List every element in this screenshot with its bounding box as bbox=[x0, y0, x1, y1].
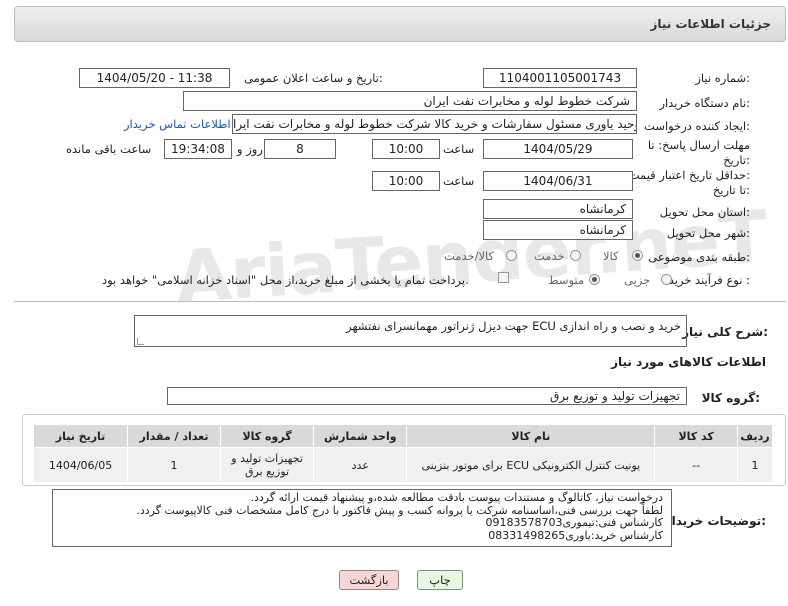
contact-info-link[interactable]: اطلاعات تماس خریدار bbox=[124, 117, 231, 131]
price-time-label: ساعت bbox=[443, 174, 475, 188]
cell-unit: عدد bbox=[313, 447, 408, 483]
process-option-medium: متوسط bbox=[548, 273, 585, 287]
reply-date-field: 1404/05/29 bbox=[483, 139, 633, 159]
items-table: ردیف کد کالا نام کالا واحد شمارش گروه کا… bbox=[32, 424, 773, 483]
price-time-field: 10:00 bbox=[372, 171, 440, 191]
process-radio-medium[interactable] bbox=[589, 274, 600, 285]
buyer-notes-label: توضیحات خریدار: bbox=[664, 514, 766, 528]
col-header-row: ردیف bbox=[737, 424, 773, 448]
col-header-unit: واحد شمارش bbox=[313, 424, 408, 448]
description-text: خرید و نصب و راه اندازی ECU جهت دیزل ژنر… bbox=[346, 319, 681, 333]
city-field: کرمانشاه bbox=[483, 220, 633, 240]
category-option-goods: کالا bbox=[603, 249, 619, 263]
province-field: کرمانشاه bbox=[483, 199, 633, 219]
col-header-code: کد کالا bbox=[654, 424, 739, 448]
print-button[interactable]: چاپ bbox=[417, 570, 463, 590]
divider bbox=[14, 301, 786, 302]
process-option-minor: جزیی bbox=[624, 273, 651, 287]
reply-time-field: 10:00 bbox=[372, 139, 440, 159]
category-radio-service[interactable] bbox=[570, 250, 581, 261]
need-number-label: شماره نیاز: bbox=[695, 71, 750, 85]
cell-group: تجهیزات تولید و توزیع برق bbox=[219, 447, 315, 483]
reply-deadline-label: مهلت ارسال پاسخ: تا bbox=[647, 138, 750, 152]
buyer-notes-field: درخواست نیاز، کاتالوگ و مستندات پیوست با… bbox=[52, 489, 672, 547]
city-label: شهر محل تحویل: bbox=[666, 226, 750, 240]
payment-checkbox[interactable] bbox=[498, 272, 509, 283]
price-date-field: 1404/06/31 bbox=[483, 171, 633, 191]
price-deadline-label: حداقل تاریخ اعتبار قیمت: bbox=[628, 168, 750, 182]
category-option-service: خدمت bbox=[534, 249, 565, 263]
cell-row: 1 bbox=[737, 447, 773, 483]
cell-name: یونیت کنترل الکترونیکی ECU برای موتور بن… bbox=[406, 447, 656, 483]
goods-group-field: تجهیزات تولید و توزیع برق bbox=[167, 387, 687, 405]
province-label: استان محل تحویل: bbox=[659, 205, 750, 219]
remaining-time-field: 19:34:08 bbox=[164, 139, 232, 159]
announce-field: 1404/05/20 - 11:38 bbox=[79, 68, 230, 88]
days-field: 8 bbox=[264, 139, 336, 159]
cell-qty: 1 bbox=[127, 447, 221, 483]
goods-group-label: گروه کالا: bbox=[701, 391, 760, 405]
back-button[interactable]: بازگشت bbox=[339, 570, 399, 590]
goods-section-title: اطلاعات کالاهای مورد نیاز bbox=[611, 355, 766, 369]
days-label: روز و bbox=[237, 142, 263, 156]
category-radio-both[interactable] bbox=[506, 250, 517, 261]
description-field: خرید و نصب و راه اندازی ECU جهت دیزل ژنر… bbox=[134, 315, 687, 347]
buyer-org-field: شرکت خطوط لوله و مخابرات نفت ایران bbox=[183, 91, 637, 111]
announce-label: تاریخ و ساعت اعلان عمومی: bbox=[244, 71, 383, 85]
process-label: نوع فرآیند خرید : bbox=[668, 273, 750, 287]
col-header-group: گروه کالا bbox=[219, 424, 315, 448]
creator-label: ایجاد کننده درخواست: bbox=[644, 119, 750, 133]
reply-time-label: ساعت bbox=[443, 142, 475, 156]
table-row: 1 -- یونیت کنترل الکترونیکی ECU برای موت… bbox=[32, 447, 773, 483]
category-option-both: کالا/خدمت bbox=[444, 249, 495, 263]
creator-field: وحید یاوری مسئول سفارشات و خرید کالا شرک… bbox=[232, 114, 637, 134]
cell-date: 1404/06/05 bbox=[32, 447, 129, 483]
page-header: جزئیات اطلاعات نیاز bbox=[14, 6, 786, 42]
reply-deadline-label-2: تاریخ: bbox=[723, 153, 750, 167]
description-label: شرح کلی نیاز: bbox=[682, 325, 768, 339]
col-header-qty: تعداد / مقدار bbox=[127, 424, 221, 448]
category-radio-goods[interactable] bbox=[632, 250, 643, 261]
category-label: طبقه بندی موضوعی: bbox=[648, 250, 750, 264]
cell-code: -- bbox=[654, 447, 739, 483]
page-title: جزئیات اطلاعات نیاز bbox=[650, 17, 771, 31]
resize-handle[interactable] bbox=[137, 338, 144, 345]
col-header-name: نام کالا bbox=[406, 424, 656, 448]
payment-note: پرداخت تمام یا بخشی از مبلغ خرید،از محل … bbox=[102, 273, 469, 287]
buyer-org-label: نام دستگاه خریدار: bbox=[659, 96, 750, 110]
need-number-field: 1104001105001743 bbox=[483, 68, 637, 88]
remaining-label: ساعت باقی مانده bbox=[66, 142, 152, 156]
process-radio-minor[interactable] bbox=[661, 274, 672, 285]
col-header-date: تاریخ نیاز bbox=[32, 424, 129, 448]
price-deadline-label-2: تا تاریخ: bbox=[712, 183, 750, 197]
